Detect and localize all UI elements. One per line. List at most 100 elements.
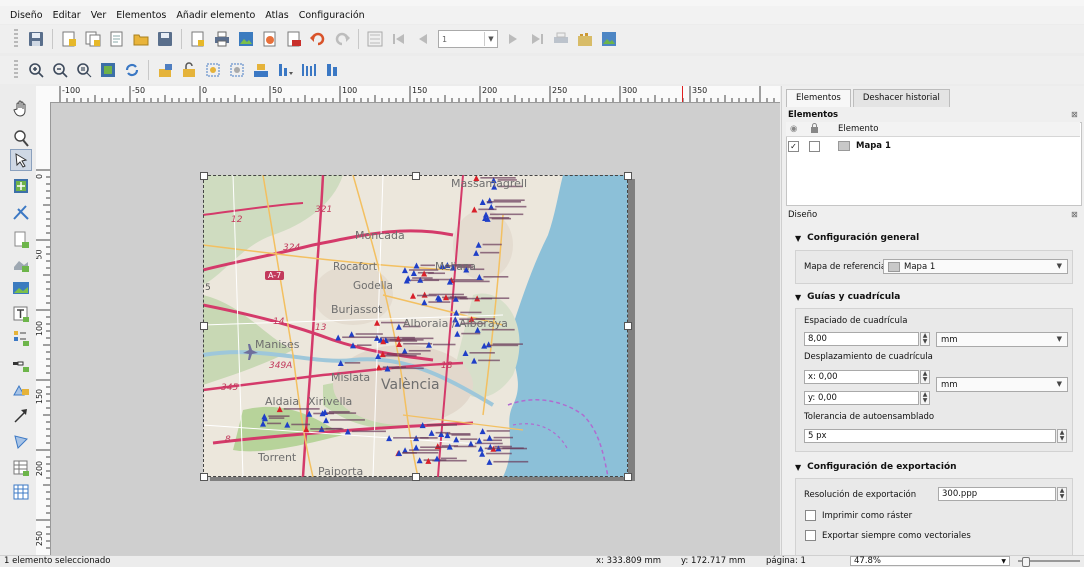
element-row[interactable]: ✓ Mapa 1 (788, 140, 1078, 152)
menu-atlas[interactable]: Atlas (260, 10, 293, 21)
section-grid-header[interactable]: ▼ Guías y cuadrícula (795, 292, 900, 302)
spinbox-arrows-icon[interactable]: ▲ ▼ (1057, 429, 1067, 443)
pan-tool-icon[interactable] (10, 97, 32, 119)
atlas-first-icon[interactable] (390, 30, 408, 48)
print-icon[interactable] (213, 30, 231, 48)
resize-handle[interactable] (200, 172, 208, 180)
grid-offset-x-input[interactable]: x: 0,00 (804, 370, 919, 384)
add-table-icon[interactable] (10, 457, 32, 479)
menu-anadir-elemento[interactable]: Añadir elemento (171, 10, 260, 21)
vertical-ruler[interactable]: 0 50 100 150 200 250 (36, 102, 51, 555)
zoom-tool-icon[interactable] (10, 127, 32, 149)
grid-spacing-input[interactable]: 8,00 (804, 332, 919, 346)
horizontal-ruler[interactable]: -100 -50 0 50 100 150 200 250 300 350 (50, 86, 780, 103)
add-arrow-icon[interactable] (10, 405, 32, 427)
menu-ver[interactable]: Ver (86, 10, 112, 21)
toolbar-grip[interactable] (14, 29, 18, 49)
atlas-settings-icon[interactable] (600, 30, 618, 48)
group-icon[interactable] (204, 61, 222, 79)
resize-handle[interactable] (412, 172, 420, 180)
menu-editar[interactable]: Editar (48, 10, 86, 21)
add-map-icon[interactable] (10, 253, 32, 275)
open-template-icon[interactable] (132, 30, 150, 48)
save-icon[interactable] (27, 30, 45, 48)
layout-manager-icon[interactable] (108, 30, 126, 48)
section-export-header[interactable]: ▼ Configuración de exportación (795, 462, 957, 472)
spinbox-arrows-icon[interactable]: ▲ ▼ (920, 332, 930, 346)
export-resolution-input[interactable]: 300.ppp (938, 487, 1056, 501)
grid-spacing-unit-select[interactable]: mm ▼ (936, 332, 1068, 347)
add-html-icon[interactable] (10, 481, 32, 503)
select-tool-icon[interactable] (10, 149, 32, 171)
print-raster-checkbox[interactable] (805, 510, 816, 521)
export-svg-icon[interactable] (261, 30, 279, 48)
move-content-icon[interactable] (10, 175, 32, 197)
zoom-full-icon[interactable] (99, 61, 117, 79)
page-setup-icon[interactable] (189, 30, 207, 48)
zoom-actual-icon[interactable] (75, 61, 93, 79)
print-raster-option[interactable]: Imprimir como ráster (805, 510, 912, 521)
add-text-icon[interactable] (10, 303, 32, 325)
close-icon[interactable]: ⊠ (1071, 210, 1078, 219)
lock-icon[interactable] (156, 61, 174, 79)
resize-handle[interactable] (200, 473, 208, 481)
resize-handle[interactable] (624, 172, 632, 180)
duplicate-layout-icon[interactable] (84, 30, 102, 48)
spinbox-arrows-icon[interactable]: ▲ ▼ (920, 391, 930, 405)
atlas-next-icon[interactable] (504, 30, 522, 48)
atlas-page-spinbox[interactable]: 1 ▼ (438, 30, 498, 48)
redo-icon[interactable] (333, 30, 351, 48)
export-image-icon[interactable] (237, 30, 255, 48)
zoom-combo[interactable]: 47.8% ▼ (850, 556, 1010, 566)
refresh-icon[interactable] (123, 61, 141, 79)
add-node-item-icon[interactable] (10, 431, 32, 453)
export-pdf-icon[interactable] (285, 30, 303, 48)
add-legend-icon[interactable] (10, 327, 32, 349)
spinbox-arrows-icon[interactable]: ▲ ▼ (920, 370, 930, 384)
zoom-out-icon[interactable] (51, 61, 69, 79)
close-icon[interactable]: ⊠ (1071, 110, 1078, 119)
menu-configuracion[interactable]: Configuración (294, 10, 370, 21)
lower-icon[interactable] (276, 61, 294, 79)
map-item[interactable]: Massamagrell Moncada Rocafort Godella Me… (203, 175, 628, 477)
spinbox-arrows-icon[interactable]: ▲ ▼ (1057, 487, 1067, 501)
section-general-header[interactable]: ▼ Configuración general (795, 233, 919, 243)
lock-checkbox[interactable] (809, 140, 820, 152)
distribute-icon[interactable] (324, 61, 342, 79)
add-scalebar-icon[interactable] (10, 353, 32, 375)
grid-offset-unit-select[interactable]: mm ▼ (936, 377, 1068, 392)
zoom-in-icon[interactable] (27, 61, 45, 79)
atlas-export-icon[interactable] (576, 30, 594, 48)
layout-canvas[interactable]: Massamagrell Moncada Rocafort Godella Me… (51, 103, 780, 555)
chevron-down-icon[interactable]: ▼ (484, 32, 497, 46)
add-shape-icon[interactable] (10, 379, 32, 401)
add-image-icon[interactable] (10, 277, 32, 299)
export-vector-option[interactable]: Exportar siempre como vectoriales (805, 530, 971, 541)
menu-diseno[interactable]: Diseño (0, 10, 48, 21)
visibility-checkbox[interactable]: ✓ (788, 140, 799, 152)
resize-handle[interactable] (624, 322, 632, 330)
atlas-last-icon[interactable] (528, 30, 546, 48)
unlock-icon[interactable] (180, 61, 198, 79)
edit-nodes-icon[interactable] (10, 201, 32, 223)
ref-map-select[interactable]: Mapa 1 ▼ (883, 259, 1068, 274)
toolbar-grip[interactable] (14, 60, 18, 80)
atlas-preview-icon[interactable] (366, 30, 384, 48)
raise-icon[interactable] (252, 61, 270, 79)
ungroup-icon[interactable] (228, 61, 246, 79)
align-icon[interactable] (300, 61, 318, 79)
tab-elementos[interactable]: Elementos (786, 89, 851, 107)
resize-handle[interactable] (412, 473, 420, 481)
save-template-icon[interactable] (156, 30, 174, 48)
export-vector-checkbox[interactable] (805, 530, 816, 541)
undo-icon[interactable] (309, 30, 327, 48)
resize-handle[interactable] (200, 322, 208, 330)
add-page-icon[interactable] (10, 229, 32, 251)
tab-deshacer-historial[interactable]: Deshacer historial (852, 89, 950, 107)
snap-tolerance-input[interactable]: 5 px (804, 429, 1056, 443)
grid-offset-y-input[interactable]: y: 0,00 (804, 391, 919, 405)
resize-handle[interactable] (624, 473, 632, 481)
atlas-print-icon[interactable] (552, 30, 570, 48)
menu-elementos[interactable]: Elementos (111, 10, 171, 21)
atlas-prev-icon[interactable] (414, 30, 432, 48)
